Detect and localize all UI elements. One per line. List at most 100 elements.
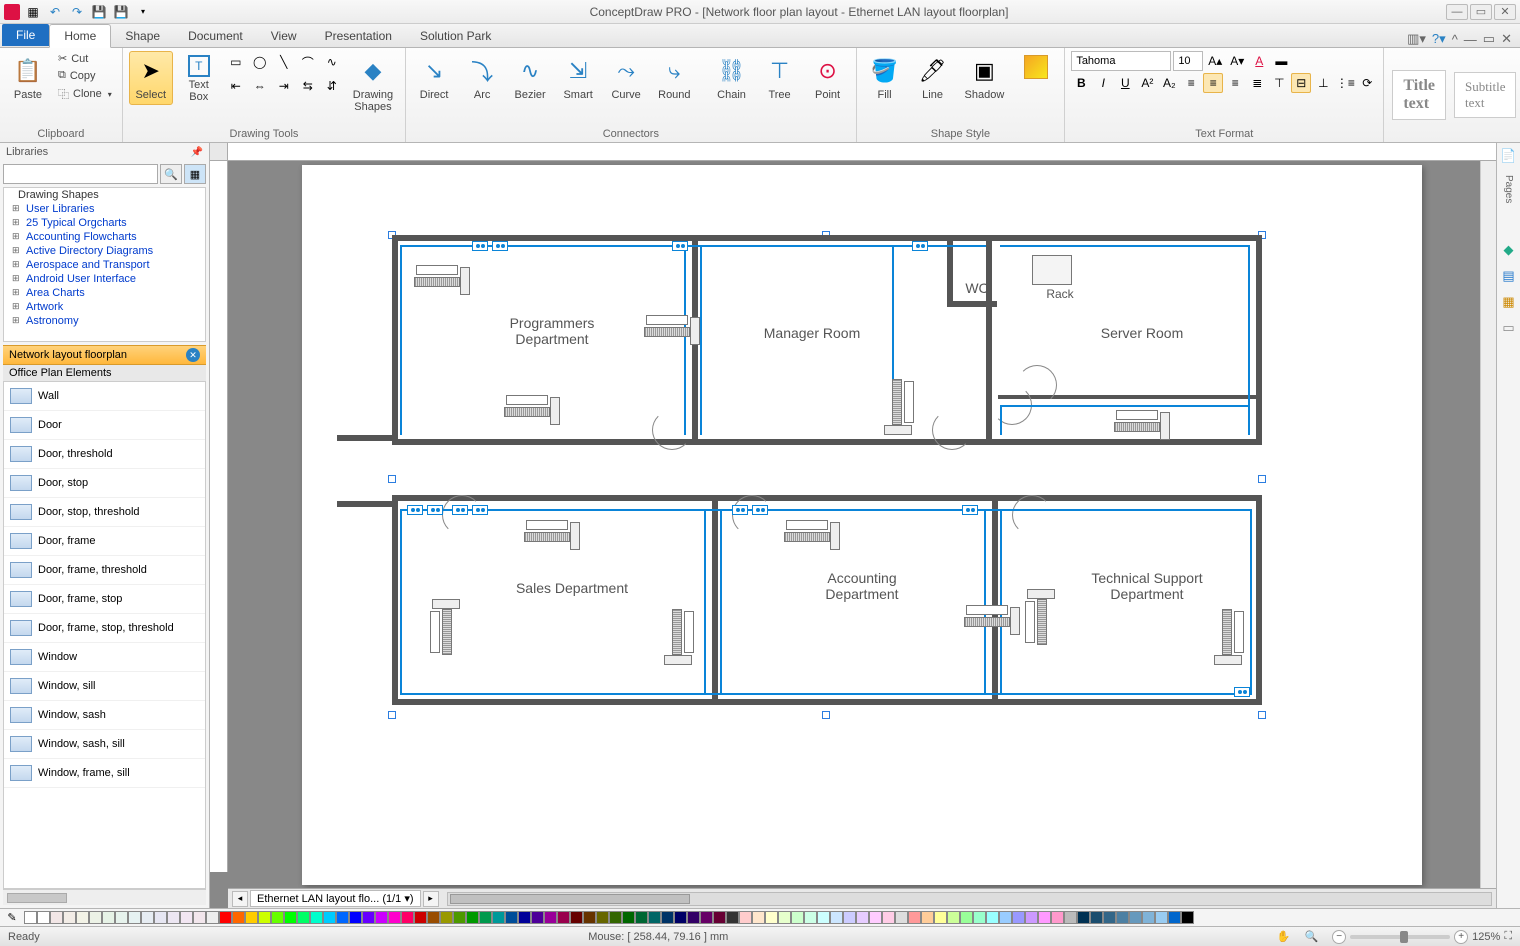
tree-item[interactable]: Android User Interface	[4, 272, 205, 286]
search-button[interactable]: 🔍	[160, 164, 182, 184]
color-swatch[interactable]	[323, 911, 336, 924]
color-swatch[interactable]	[258, 911, 271, 924]
color-swatch[interactable]	[648, 911, 661, 924]
color-swatch[interactable]	[427, 911, 440, 924]
font-size-select[interactable]	[1173, 51, 1203, 71]
color-swatch[interactable]	[505, 911, 518, 924]
no-fill-swatch[interactable]	[24, 911, 37, 924]
color-swatch[interactable]	[284, 911, 297, 924]
library-search-input[interactable]	[3, 164, 158, 184]
shape-item[interactable]: Window, sash, sill	[4, 730, 205, 759]
color-swatch[interactable]	[830, 911, 843, 924]
line-button[interactable]: 🖊Line	[911, 51, 955, 105]
color-swatch[interactable]	[921, 911, 934, 924]
color-swatch[interactable]	[1116, 911, 1129, 924]
eyedropper-icon[interactable]: ✎	[4, 911, 20, 925]
collapse-ribbon-icon[interactable]: ^	[1452, 32, 1458, 47]
network-hub[interactable]	[452, 505, 468, 515]
color-swatch[interactable]	[882, 911, 895, 924]
pan-tool-icon[interactable]: ✋	[1277, 930, 1291, 943]
color-swatch[interactable]	[115, 911, 128, 924]
network-hub[interactable]	[492, 241, 508, 251]
shape-rect-icon[interactable]: ▭	[225, 51, 247, 73]
color-swatch[interactable]	[1181, 911, 1194, 924]
qat-undo-icon[interactable]: ↶	[46, 3, 64, 21]
workstation[interactable]	[430, 607, 464, 657]
style-swatch-button[interactable]	[1014, 51, 1058, 83]
network-hub[interactable]	[472, 505, 488, 515]
color-swatch[interactable]	[622, 911, 635, 924]
wall[interactable]	[337, 501, 392, 507]
tab-solution-park[interactable]: Solution Park	[406, 25, 505, 47]
color-swatch[interactable]	[141, 911, 154, 924]
color-swatch[interactable]	[947, 911, 960, 924]
shape-spline-icon[interactable]: ∿	[321, 51, 343, 73]
ruler-horizontal[interactable]	[228, 143, 1496, 161]
color-swatch[interactable]	[310, 911, 323, 924]
shrink-font-icon[interactable]: A▾	[1227, 51, 1247, 71]
font-color-icon[interactable]: A	[1249, 51, 1269, 71]
color-swatch[interactable]	[570, 911, 583, 924]
color-swatch[interactable]	[674, 911, 687, 924]
ethernet-cable[interactable]	[1000, 405, 1002, 435]
color-swatch[interactable]	[1064, 911, 1077, 924]
align-right-icon[interactable]: ⇥	[273, 75, 295, 97]
qat-dropdown-icon[interactable]: ▾	[134, 3, 152, 21]
color-swatch[interactable]	[596, 911, 609, 924]
color-swatch[interactable]	[531, 911, 544, 924]
pin-icon[interactable]: 📌	[191, 147, 203, 158]
color-swatch[interactable]	[791, 911, 804, 924]
color-swatch[interactable]	[765, 911, 778, 924]
color-swatch[interactable]	[414, 911, 427, 924]
layers-icon[interactable]: ▤	[1500, 267, 1518, 285]
align-center-icon[interactable]: ⇔	[249, 75, 271, 97]
color-swatch[interactable]	[895, 911, 908, 924]
color-swatch[interactable]	[843, 911, 856, 924]
color-swatch[interactable]	[518, 911, 531, 924]
shape-item[interactable]: Door, frame	[4, 527, 205, 556]
copy-button[interactable]: ⧉Copy	[54, 68, 116, 83]
panel-toggle-icon[interactable]: ▥▾	[1407, 31, 1426, 47]
shape-item[interactable]: Door, frame, stop, threshold	[4, 614, 205, 643]
network-hub[interactable]	[427, 505, 443, 515]
pages-panel-icon[interactable]: 📄	[1500, 147, 1518, 165]
shape-item[interactable]: Door, frame, stop	[4, 585, 205, 614]
qat-redo-icon[interactable]: ↷	[68, 3, 86, 21]
shadow-button[interactable]: ▣Shadow	[959, 51, 1011, 105]
chain-button[interactable]: ⛓Chain	[710, 51, 754, 105]
color-swatch[interactable]	[687, 911, 700, 924]
valign-middle-button[interactable]: ⊟	[1291, 73, 1311, 93]
color-swatch[interactable]	[466, 911, 479, 924]
shape-item[interactable]: Window	[4, 643, 205, 672]
color-swatch[interactable]	[960, 911, 973, 924]
color-swatch[interactable]	[167, 911, 180, 924]
tree-item[interactable]: Aerospace and Transport	[4, 258, 205, 272]
color-swatch[interactable]	[89, 911, 102, 924]
color-swatch[interactable]	[63, 911, 76, 924]
workstation[interactable]	[1112, 410, 1162, 444]
shape-item[interactable]: Window, sash	[4, 701, 205, 730]
color-swatch[interactable]	[401, 911, 414, 924]
color-swatch[interactable]	[739, 911, 752, 924]
close-button[interactable]: ✕	[1494, 4, 1516, 20]
ethernet-cable[interactable]	[400, 509, 1252, 511]
color-swatch[interactable]	[232, 911, 245, 924]
shape-item[interactable]: Door, threshold	[4, 440, 205, 469]
qat-save-icon[interactable]: 💾	[90, 3, 108, 21]
color-swatch[interactable]	[1129, 911, 1142, 924]
drawing-shapes-button[interactable]: ◆ Drawing Shapes	[347, 51, 399, 117]
color-swatch[interactable]	[271, 911, 284, 924]
paste-button[interactable]: 📋 Paste	[6, 51, 50, 105]
color-swatch[interactable]	[245, 911, 258, 924]
network-hub[interactable]	[732, 505, 748, 515]
mdi-restore-icon[interactable]: ▭	[1483, 31, 1495, 47]
shape-item[interactable]: Door, stop, threshold	[4, 498, 205, 527]
clone-button[interactable]: ⿻Clone▾	[54, 85, 116, 103]
distribute-v-icon[interactable]: ⇵	[321, 75, 343, 97]
color-swatch[interactable]	[180, 911, 193, 924]
subscript-button[interactable]: A₂	[1159, 73, 1179, 93]
library-tree[interactable]: Drawing Shapes User Libraries 25 Typical…	[3, 187, 206, 342]
bezier-button[interactable]: ∿Bezier	[508, 51, 552, 105]
valign-bottom-button[interactable]: ⊥	[1313, 73, 1333, 93]
color-swatch[interactable]	[544, 911, 557, 924]
